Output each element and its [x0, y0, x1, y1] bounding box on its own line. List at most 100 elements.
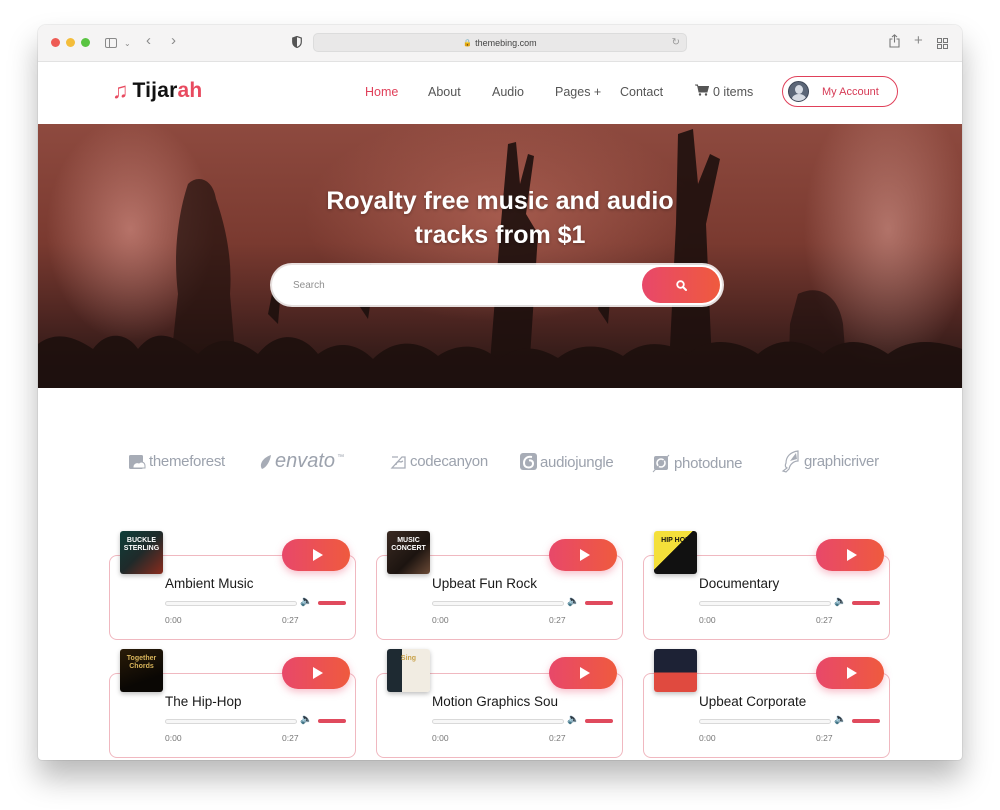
track-progress-bar[interactable]: [699, 601, 831, 606]
tab-overview-icon[interactable]: [937, 37, 948, 53]
partner-themeforest[interactable]: themeforest: [129, 453, 225, 470]
logo-text: Tijarah: [132, 79, 203, 102]
graphicriver-icon: [781, 450, 799, 473]
window-controls: [51, 38, 90, 47]
chevron-down-icon[interactable]: ⌄: [124, 36, 131, 52]
minimize-window-button[interactable]: [66, 38, 75, 47]
play-button[interactable]: [549, 657, 617, 689]
search-input[interactable]: [272, 265, 642, 305]
play-button[interactable]: [816, 539, 884, 571]
partner-logos: themeforest envato ™ codecanyon audiojung…: [38, 450, 962, 483]
volume-slider[interactable]: [318, 601, 346, 605]
track-title: Upbeat Fun Rock: [432, 576, 538, 591]
partner-audiojungle[interactable]: audiojungle: [520, 453, 614, 471]
play-button[interactable]: [282, 657, 350, 689]
album-cover[interactable]: Sing: [387, 649, 430, 692]
track-progress-bar[interactable]: [699, 719, 831, 724]
hero-title: Royalty free music and audio tracks from …: [326, 187, 674, 249]
play-button[interactable]: [549, 539, 617, 571]
album-cover-text: Sing: [400, 655, 417, 662]
track-progress-bar[interactable]: [432, 719, 564, 724]
album-cover-text: MUSIC CONCERT: [391, 537, 426, 552]
current-time: 0:00: [165, 733, 182, 743]
address-bar[interactable]: 🔒 themebing.com ↻: [313, 33, 687, 52]
track-duration: 0:27: [816, 615, 833, 625]
cart-icon: [695, 84, 710, 99]
volume-icon[interactable]: 🔈: [300, 596, 312, 607]
search-button[interactable]: [642, 267, 720, 303]
avatar: [788, 81, 809, 102]
nav-audio[interactable]: Audio: [492, 85, 555, 99]
volume-slider[interactable]: [318, 719, 346, 723]
audiojungle-icon: [520, 453, 537, 470]
current-time: 0:00: [432, 615, 449, 625]
current-time: 0:00: [432, 733, 449, 743]
volume-slider[interactable]: [585, 719, 613, 723]
track-progress-bar[interactable]: [165, 719, 297, 724]
track-duration: 0:27: [282, 615, 299, 625]
sidebar-toggle-icon[interactable]: [105, 38, 117, 48]
back-icon[interactable]: ‹: [146, 33, 151, 49]
my-account-button[interactable]: My Account: [782, 76, 898, 107]
cart-link[interactable]: 0 items: [695, 84, 753, 99]
album-cover[interactable]: HIP HOP: [654, 531, 697, 574]
privacy-shield-icon[interactable]: [292, 35, 302, 52]
track-duration: 0:27: [816, 733, 833, 743]
partner-codecanyon[interactable]: codecanyon: [390, 453, 488, 470]
search-bar: [272, 265, 722, 305]
volume-icon[interactable]: 🔈: [567, 714, 579, 725]
nav-home[interactable]: Home: [365, 85, 428, 99]
track-title: Upbeat Corporate: [699, 694, 807, 709]
reload-icon[interactable]: ↻: [672, 37, 680, 48]
track-duration: 0:27: [549, 733, 566, 743]
photodune-icon: [652, 454, 670, 473]
play-icon: [312, 549, 323, 561]
album-cover-text: BUCKLE STERLING: [123, 537, 160, 552]
play-icon: [846, 549, 857, 561]
play-icon: [312, 667, 323, 679]
lock-icon: 🔒: [463, 39, 473, 47]
forward-icon[interactable]: ›: [171, 33, 176, 49]
maximize-window-button[interactable]: [81, 38, 90, 47]
track-duration: 0:27: [282, 733, 299, 743]
volume-icon[interactable]: 🔈: [834, 714, 846, 725]
album-cover[interactable]: [654, 649, 697, 692]
share-icon[interactable]: [889, 34, 900, 52]
nav-pages[interactable]: Pages +: [555, 85, 620, 99]
volume-slider[interactable]: [852, 601, 880, 605]
volume-icon[interactable]: 🔈: [834, 596, 846, 607]
close-window-button[interactable]: [51, 38, 60, 47]
album-cover[interactable]: MUSIC CONCERT: [387, 531, 430, 574]
partner-envato[interactable]: envato ™: [259, 450, 344, 473]
album-cover[interactable]: BUCKLE STERLING: [120, 531, 163, 574]
album-cover-text: HIP HOP: [661, 537, 690, 544]
volume-icon[interactable]: 🔈: [300, 714, 312, 725]
site-header: ♫ Tijarah Home About Audio Pages + Conta…: [38, 62, 962, 124]
play-button[interactable]: [816, 657, 884, 689]
play-button[interactable]: [282, 539, 350, 571]
current-time: 0:00: [699, 733, 716, 743]
partner-graphicriver[interactable]: graphicriver: [780, 449, 879, 473]
partner-photodune[interactable]: photodune: [652, 453, 743, 473]
envato-leaf-icon: [260, 454, 271, 469]
volume-slider[interactable]: [585, 601, 613, 605]
cart-count: 0 items: [713, 84, 754, 99]
volume-slider[interactable]: [852, 719, 880, 723]
play-icon: [579, 667, 590, 679]
album-cover[interactable]: Together Chords: [120, 649, 163, 692]
track-progress-bar[interactable]: [165, 601, 297, 606]
play-icon: [579, 549, 590, 561]
nav-contact[interactable]: Contact: [620, 85, 695, 99]
nav-about[interactable]: About: [428, 85, 492, 99]
track-progress-bar[interactable]: [432, 601, 564, 606]
new-tab-icon[interactable]: +: [914, 33, 923, 49]
volume-icon[interactable]: 🔈: [567, 596, 579, 607]
browser-toolbar: ⌄ ‹ › 🔒 themebing.com ↻ +: [38, 25, 962, 62]
hero-banner: Royalty free music and audio tracks from …: [38, 124, 962, 388]
concert-crowd-image: [38, 129, 962, 388]
site-logo[interactable]: ♫ Tijarah: [112, 79, 202, 103]
track-duration: 0:27: [549, 615, 566, 625]
album-cover-text: Together Chords: [126, 655, 157, 670]
main-nav: Home About Audio Pages + Contact 0 items: [365, 84, 753, 99]
current-time: 0:00: [165, 615, 182, 625]
